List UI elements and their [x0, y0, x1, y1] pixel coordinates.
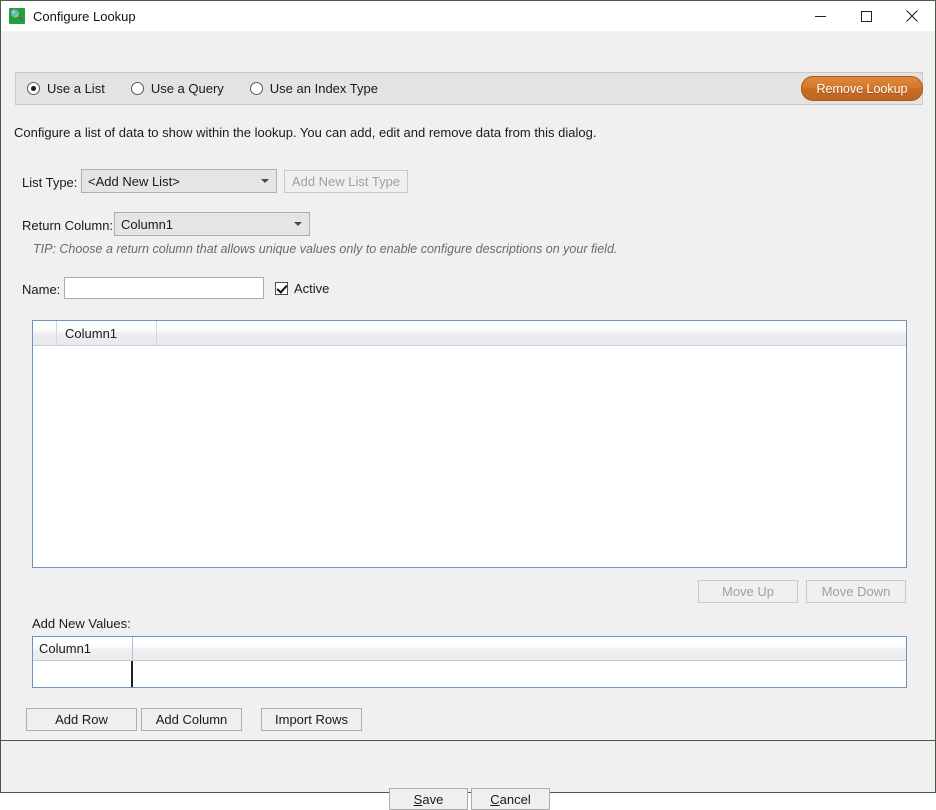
checkbox-indicator: [275, 282, 288, 295]
lookup-values-grid[interactable]: Column1: [32, 320, 907, 568]
grid-header-row-selector: [33, 321, 57, 345]
window-title: Configure Lookup: [33, 8, 136, 24]
list-type-select[interactable]: <Add New List>: [81, 169, 277, 193]
add-new-values-grid[interactable]: Column1: [32, 636, 907, 688]
move-down-button[interactable]: Move Down: [806, 580, 906, 603]
return-column-select[interactable]: Column1: [114, 212, 310, 236]
add-column-button[interactable]: Add Column: [141, 708, 242, 731]
dialog-description: Configure a list of data to show within …: [14, 125, 597, 140]
radio-label: Use a Query: [150, 81, 224, 96]
active-checkbox-label: Active: [294, 281, 330, 296]
footer-bar: [1, 740, 935, 792]
configure-lookup-window: 🔍 Configure Lookup Use a List Use a Quer…: [0, 0, 936, 810]
radio-use-an-index-type[interactable]: Use an Index Type: [249, 81, 378, 96]
chevron-down-icon: [261, 179, 269, 183]
cancel-label-suffix: ancel: [499, 791, 531, 807]
add-new-list-type-button[interactable]: Add New List Type: [284, 170, 408, 193]
radio-label: Use an Index Type: [269, 81, 378, 96]
radio-use-a-query[interactable]: Use a Query: [130, 81, 224, 96]
radio-use-a-list[interactable]: Use a List: [27, 81, 105, 96]
title-bar: 🔍 Configure Lookup: [1, 1, 935, 31]
anv-cell-filler[interactable]: [133, 661, 906, 687]
chevron-down-icon: [294, 222, 302, 226]
name-input[interactable]: [64, 277, 264, 299]
cancel-button[interactable]: Cancel: [471, 788, 550, 810]
add-row-button[interactable]: Add Row: [26, 708, 137, 731]
move-up-button[interactable]: Move Up: [698, 580, 798, 603]
radio-label: Use a List: [47, 81, 105, 96]
radio-indicator: [130, 82, 144, 95]
grid-header-row: Column1: [33, 321, 906, 346]
maximize-icon[interactable]: [843, 1, 889, 31]
close-icon[interactable]: [889, 1, 935, 31]
anv-header-row: Column1: [33, 637, 906, 661]
name-label: Name:: [22, 282, 61, 297]
list-type-value: <Add New List>: [88, 173, 180, 189]
dialog-body: Use a List Use a Query Use an Index Type…: [1, 31, 935, 810]
return-column-label: Return Column:: [22, 218, 114, 233]
lookup-app-icon: 🔍: [9, 8, 25, 24]
remove-lookup-button[interactable]: Remove Lookup: [801, 76, 923, 101]
save-label-suffix: ave: [422, 791, 444, 807]
tip-text: TIP: Choose a return column that allows …: [33, 242, 618, 256]
anv-header-column1[interactable]: Column1: [33, 637, 133, 660]
radio-indicator: [249, 82, 263, 95]
return-column-value: Column1: [121, 216, 174, 232]
cancel-accel: C: [490, 791, 500, 807]
anv-cell-column1[interactable]: [33, 661, 133, 687]
radio-indicator: [27, 82, 40, 95]
table-row[interactable]: [33, 661, 906, 687]
save-accel: S: [413, 791, 423, 807]
active-checkbox[interactable]: Active: [275, 281, 329, 296]
minimize-icon[interactable]: [797, 1, 843, 31]
list-type-label: List Type:: [22, 175, 78, 190]
grid-header-column1[interactable]: Column1: [57, 321, 157, 345]
grid-header-filler: [157, 321, 906, 345]
lookup-mode-group: Use a List Use a Query Use an Index Type: [15, 72, 923, 105]
save-button[interactable]: Save: [389, 788, 468, 810]
anv-header-filler: [133, 637, 906, 660]
import-rows-button[interactable]: Import Rows: [261, 708, 362, 731]
add-new-values-label: Add New Values:: [32, 616, 131, 631]
